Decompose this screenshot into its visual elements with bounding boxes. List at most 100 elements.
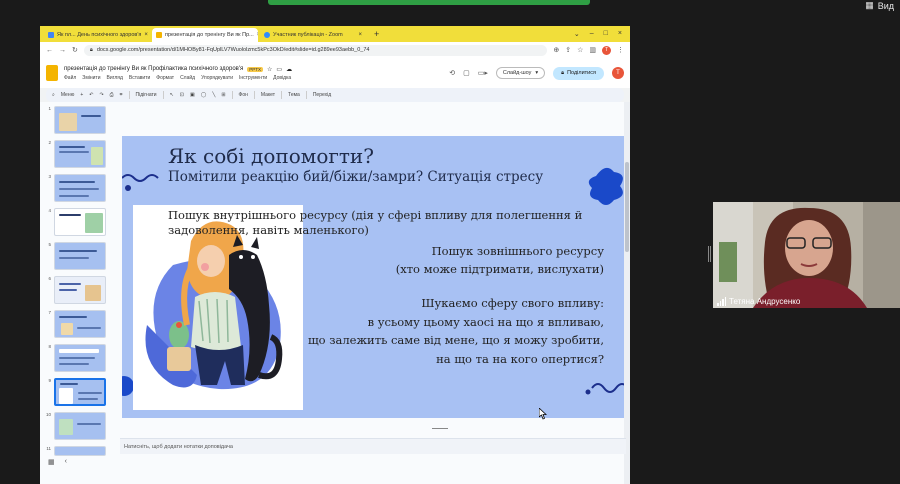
toolbar-item-background[interactable]: Фон xyxy=(239,92,248,98)
sidebar-icon[interactable]: ▥ xyxy=(589,46,596,54)
doc-title[interactable]: презентація до тренінгу Ви як Профілакти… xyxy=(64,66,243,72)
scrollbar-thumb[interactable] xyxy=(625,162,629,252)
browser-tab-1[interactable]: Як пл... День психічного здоров'я × xyxy=(44,28,150,42)
toolbar-item-layout[interactable]: Макет xyxy=(261,92,275,98)
textbox-icon[interactable]: ⊡ xyxy=(180,92,184,98)
browser-window: Як пл... День психічного здоров'я × през… xyxy=(40,26,630,484)
new-tab-button[interactable]: + xyxy=(368,29,385,39)
zoom-top-bar: ▦ Вид xyxy=(0,0,900,26)
close-icon[interactable]: × xyxy=(144,32,148,38)
close-icon[interactable]: × xyxy=(358,32,362,38)
slide-thumb[interactable] xyxy=(54,344,106,372)
thumbnail-4[interactable]: 4 xyxy=(40,208,106,236)
comment-icon[interactable]: ▢ xyxy=(463,69,470,77)
slide-thumb[interactable] xyxy=(54,412,106,440)
url-field[interactable]: 🔒︎ docs.google.com/presentation/d/1MHOBy… xyxy=(83,44,548,56)
line-icon[interactable]: ╲ xyxy=(212,92,215,98)
select-icon[interactable]: ↖ xyxy=(170,92,174,98)
thumbnail-2[interactable]: 2 xyxy=(40,140,106,168)
slide-thumb[interactable] xyxy=(54,174,106,202)
outer-resource-text[interactable]: Пошук зовнішнього ресурсу (хто може підт… xyxy=(396,242,604,278)
thumbnail-5[interactable]: 5 xyxy=(40,242,106,270)
star-icon[interactable]: ☆ xyxy=(577,46,583,54)
slide-thumb[interactable] xyxy=(54,446,106,456)
collapse-icon[interactable]: ‹ xyxy=(65,458,67,466)
zoom-icon[interactable]: ⊕ xyxy=(553,46,559,54)
close-icon[interactable]: × xyxy=(257,32,258,38)
slide-title[interactable]: Як собі допомогти? xyxy=(168,144,374,168)
menu-item[interactable]: Вставити xyxy=(129,75,150,81)
minimize-icon[interactable]: – xyxy=(590,30,594,38)
menu-item[interactable]: Довідка xyxy=(273,75,291,81)
share-page-icon[interactable]: ⇪ xyxy=(565,46,571,54)
share-button[interactable]: 🔒︎ Поділитися xyxy=(553,66,604,80)
menu-item[interactable]: Файл xyxy=(64,75,76,81)
menu-item[interactable]: Вигляд xyxy=(107,75,123,81)
profile-avatar[interactable]: Т xyxy=(602,45,611,55)
slide-thumb-selected[interactable] xyxy=(54,378,106,406)
history-icon[interactable]: ⟲ xyxy=(449,69,455,77)
slide-thumb[interactable] xyxy=(54,208,106,236)
comment-add-icon[interactable]: ⊞ xyxy=(221,92,225,98)
inner-resource-text[interactable]: Пошук внутрішнього ресурсу (дія у сфері … xyxy=(168,208,588,238)
undo-icon[interactable]: ↶ xyxy=(89,92,93,98)
slide-thumb[interactable] xyxy=(54,276,106,304)
browser-tab-3[interactable]: Участник публікація - Zoom × xyxy=(260,28,366,42)
menu-item[interactable]: Формат xyxy=(156,75,174,81)
thumbnail-3[interactable]: 3 xyxy=(40,174,106,202)
zoom-fit-select[interactable]: Підігнати xyxy=(136,92,157,98)
panel-resize-handle[interactable] xyxy=(708,246,711,262)
add-slide-icon[interactable]: + xyxy=(80,92,83,98)
reload-icon[interactable]: ↻ xyxy=(72,46,78,54)
thumbnail-9[interactable]: 9 xyxy=(40,378,106,406)
browser-tab-2[interactable]: презентація до тренінгу Ви як Пр... × xyxy=(152,28,258,42)
chevron-down-icon[interactable]: ⌄ xyxy=(574,30,580,38)
paint-format-icon[interactable]: ⌗ xyxy=(120,92,123,98)
print-icon[interactable]: ⎙ xyxy=(110,92,114,98)
participant-video[interactable]: Тетяна Андрусенко xyxy=(713,202,900,308)
vertical-scrollbar[interactable] xyxy=(624,102,630,484)
zoom-view-menu[interactable]: ▦ Вид xyxy=(865,0,894,11)
menu-item[interactable]: Упорядкувати xyxy=(201,75,233,81)
slide-subtitle[interactable]: Помітили реакцію бий/біжи/замри? Ситуаці… xyxy=(168,169,543,185)
video-call-icon[interactable]: ▭▸ xyxy=(478,69,488,77)
slideshow-button[interactable]: Слайд-шоу ▾ xyxy=(495,67,546,79)
speaker-notes-field[interactable]: Натисніть, щоб додати нотатки доповідача xyxy=(120,438,626,454)
menu-item[interactable]: Змінити xyxy=(82,75,100,81)
current-slide[interactable]: Як собі допомогти? Помітили реакцію бий/… xyxy=(122,136,624,418)
close-window-icon[interactable]: × xyxy=(618,30,622,38)
shape-icon[interactable]: ◯ xyxy=(201,92,207,98)
folder-icon[interactable]: ▭ xyxy=(276,66,282,73)
thumbnail-6[interactable]: 6 xyxy=(40,276,106,304)
account-avatar[interactable]: Т xyxy=(612,67,624,79)
slide-number: 10 xyxy=(45,412,51,417)
redo-icon[interactable]: ↷ xyxy=(99,92,103,98)
menu-item[interactable]: Інструменти xyxy=(239,75,267,81)
star-icon[interactable]: ☆ xyxy=(267,66,272,73)
toolbar-item-theme[interactable]: Тема xyxy=(288,92,300,98)
zoom-share-indicator[interactable] xyxy=(268,0,590,5)
chevron-down-icon[interactable]: ▾ xyxy=(535,70,538,76)
slides-logo-icon[interactable] xyxy=(46,65,58,81)
thumbnail-10[interactable]: 10 xyxy=(40,412,106,440)
sphere-of-influence-text[interactable]: Шукаємо сферу свого впливу: в усьому цьо… xyxy=(308,294,604,368)
more-icon[interactable]: ⋮ xyxy=(617,46,624,54)
thumbnail-1[interactable]: 1 xyxy=(40,106,106,134)
search-icon[interactable]: ⌕ xyxy=(52,92,55,98)
notes-resize-handle[interactable] xyxy=(432,428,448,429)
search-menus[interactable]: Меню xyxy=(61,92,75,98)
slide-thumb[interactable] xyxy=(54,310,106,338)
slide-thumb[interactable] xyxy=(54,140,106,168)
back-icon[interactable]: ← xyxy=(46,47,53,54)
forward-icon[interactable]: → xyxy=(59,47,66,54)
image-icon[interactable]: ▣ xyxy=(190,92,195,98)
grid-view-icon[interactable]: ▦ xyxy=(48,458,55,466)
thumbnail-11[interactable]: 11 xyxy=(40,446,106,456)
slide-thumb[interactable] xyxy=(54,242,106,270)
thumbnail-8[interactable]: 8 xyxy=(40,344,106,372)
maximize-icon[interactable]: □ xyxy=(604,30,608,38)
toolbar-item-transition[interactable]: Перехід xyxy=(313,92,331,98)
slide-thumb[interactable] xyxy=(54,106,106,134)
menu-item[interactable]: Слайд xyxy=(180,75,195,81)
thumbnail-7[interactable]: 7 xyxy=(40,310,106,338)
